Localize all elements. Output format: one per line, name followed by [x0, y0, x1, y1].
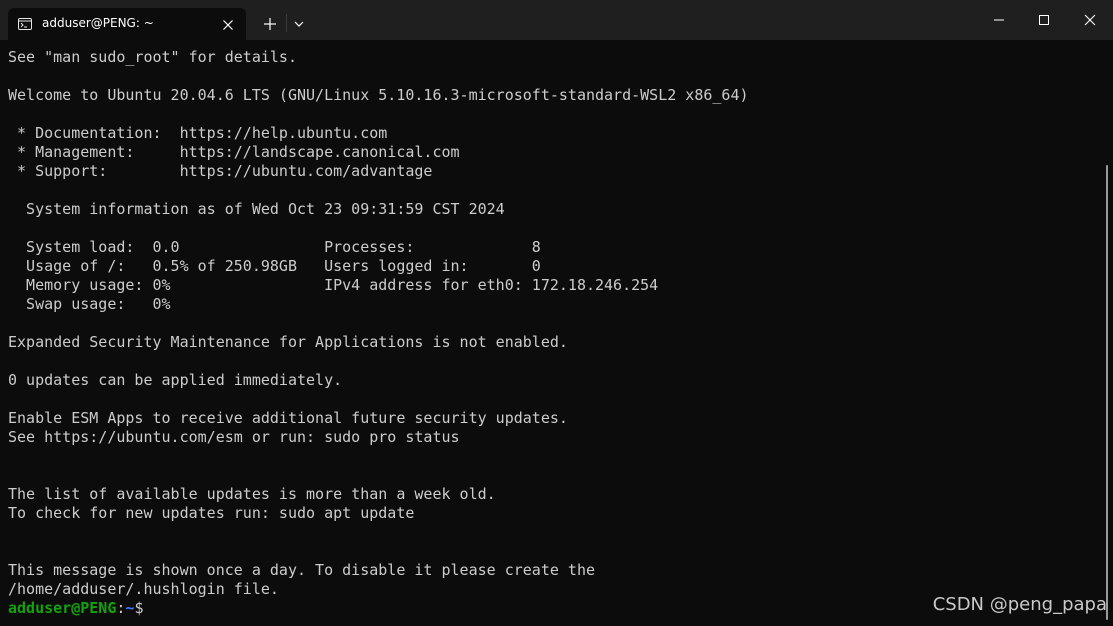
chevron-down-icon[interactable]: [289, 12, 309, 36]
tab-active[interactable]: adduser@PENG: ~: [8, 8, 246, 40]
terminal-line: This message is shown once a day. To dis…: [8, 561, 595, 579]
scrollbar-thumb[interactable]: [1106, 165, 1108, 620]
title-bar: adduser@PENG: ~: [0, 0, 1113, 40]
minimize-icon[interactable]: [976, 0, 1022, 40]
terminal-line: To check for new updates run: sudo apt u…: [8, 504, 415, 522]
terminal-line: System load: 0.0 Processes: 8: [8, 238, 541, 256]
prompt-symbol: $: [134, 599, 144, 617]
terminal-line: The list of available updates is more th…: [8, 485, 496, 503]
prompt-user-host: adduser@PENG: [8, 599, 117, 617]
tab-title: adduser@PENG: ~: [42, 16, 154, 30]
terminal-output[interactable]: See "man sudo_root" for details. Welcome…: [8, 48, 1098, 626]
terminal-line: * Management: https://landscape.canonica…: [8, 143, 460, 161]
plus-icon[interactable]: [256, 12, 284, 36]
terminal-line: Enable ESM Apps to receive additional fu…: [8, 409, 568, 427]
terminal-line: Expanded Security Maintenance for Applic…: [8, 333, 568, 351]
terminal-line: Welcome to Ubuntu 20.04.6 LTS (GNU/Linux…: [8, 86, 749, 104]
terminal-line: * Documentation: https://help.ubuntu.com: [8, 124, 388, 142]
terminal-line: 0 updates can be applied immediately.: [8, 371, 343, 389]
close-icon[interactable]: [1067, 0, 1113, 40]
terminal-line: * Support: https://ubuntu.com/advantage: [8, 162, 433, 180]
terminal-window: adduser@PENG: ~ See "man sudo_root" for …: [0, 0, 1113, 626]
terminal-icon: [18, 17, 32, 31]
watermark: CSDN @peng_papa: [932, 594, 1107, 615]
text-cursor: [143, 599, 152, 616]
terminal-line: See "man sudo_root" for details.: [8, 48, 297, 66]
tab-close-icon[interactable]: [217, 14, 239, 36]
terminal-line: System information as of Wed Oct 23 09:3…: [8, 200, 505, 218]
maximize-icon[interactable]: [1022, 0, 1068, 40]
terminal-line: Memory usage: 0% IPv4 address for eth0: …: [8, 276, 659, 294]
tab-divider: [286, 14, 287, 32]
terminal-line: Usage of /: 0.5% of 250.98GB Users logge…: [8, 257, 541, 275]
terminal-line: See https://ubuntu.com/esm or run: sudo …: [8, 428, 460, 446]
terminal-line: Swap usage: 0%: [8, 295, 171, 313]
